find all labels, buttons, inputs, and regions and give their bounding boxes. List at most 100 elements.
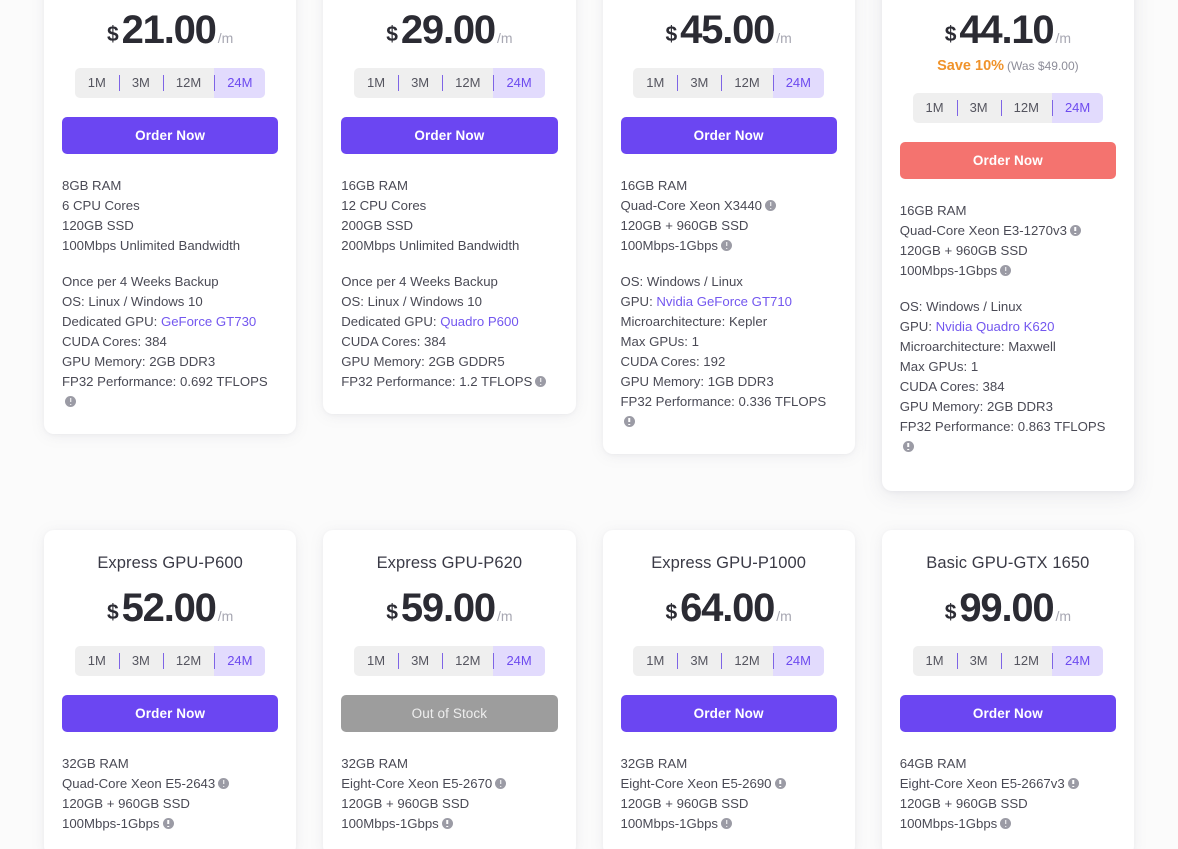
term-option-24m[interactable]: 24M xyxy=(773,646,824,676)
info-icon[interactable] xyxy=(218,778,229,789)
info-icon[interactable] xyxy=(624,416,635,427)
feature-separator xyxy=(621,256,837,272)
gpu-link[interactable]: GeForce GT730 xyxy=(161,314,256,329)
feature-text: FP32 Performance: 1.2 TFLOPS xyxy=(341,374,532,389)
feature-text: GPU Memory: 2GB GDDR5 xyxy=(341,354,504,369)
billing-term-selector[interactable]: 1M3M12M24M xyxy=(354,646,545,676)
feature-text: 16GB RAM xyxy=(341,178,408,193)
gpu-link[interactable]: Nvidia Quadro K620 xyxy=(936,319,1055,334)
feature-line: 64GB RAM xyxy=(900,754,1116,774)
term-option-3m[interactable]: 3M xyxy=(119,68,163,98)
feature-text: 200Mbps Unlimited Bandwidth xyxy=(341,238,519,253)
term-option-1m[interactable]: 1M xyxy=(75,68,119,98)
info-icon[interactable] xyxy=(1070,225,1081,236)
info-icon[interactable] xyxy=(903,441,914,452)
pricing-card: Express GPU-P1000$64.00/m1M3M12M24MOrder… xyxy=(603,530,855,849)
feature-list: 8GB RAM6 CPU Cores120GB SSD100Mbps Unlim… xyxy=(62,176,278,412)
feature-line: 120GB + 960GB SSD xyxy=(341,794,557,814)
term-option-24m[interactable]: 24M xyxy=(214,646,265,676)
feature-text: 200GB SSD xyxy=(341,218,413,233)
feature-text: GPU Memory: 2GB DDR3 xyxy=(62,354,215,369)
term-option-1m[interactable]: 1M xyxy=(75,646,119,676)
feature-line: 200GB SSD xyxy=(341,216,557,236)
billing-term-selector[interactable]: 1M3M12M24M xyxy=(633,68,824,98)
billing-term-selector[interactable]: 1M3M12M24M xyxy=(354,68,545,98)
info-icon[interactable] xyxy=(721,240,732,251)
order-now-button[interactable]: Order Now xyxy=(900,142,1116,179)
gpu-link[interactable]: Quadro P600 xyxy=(440,314,518,329)
feature-line: 100Mbps-1Gbps xyxy=(621,236,837,256)
price-amount: 99.00 xyxy=(959,588,1053,628)
term-option-3m[interactable]: 3M xyxy=(398,68,442,98)
order-now-button[interactable]: Order Now xyxy=(62,117,278,154)
price-amount: 52.00 xyxy=(122,588,216,628)
order-now-button[interactable]: Order Now xyxy=(900,695,1116,732)
feature-text: 100Mbps-1Gbps xyxy=(621,238,719,253)
feature-line: OS: Linux / Windows 10 xyxy=(62,292,278,312)
term-option-24m[interactable]: 24M xyxy=(493,646,544,676)
billing-term-selector[interactable]: 1M3M12M24M xyxy=(913,646,1104,676)
term-option-12m[interactable]: 12M xyxy=(1001,646,1052,676)
term-option-3m[interactable]: 3M xyxy=(677,68,721,98)
term-option-1m[interactable]: 1M xyxy=(633,68,677,98)
term-option-24m[interactable]: 24M xyxy=(1052,646,1103,676)
feature-line: 100Mbps-1Gbps xyxy=(62,814,278,834)
price: $52.00/m xyxy=(62,588,278,628)
term-option-24m[interactable]: 24M xyxy=(773,68,824,98)
term-option-1m[interactable]: 1M xyxy=(913,646,957,676)
order-now-button[interactable]: Order Now xyxy=(621,117,837,154)
feature-line: GPU Memory: 2GB DDR3 xyxy=(62,352,278,372)
term-option-1m[interactable]: 1M xyxy=(913,93,957,123)
term-option-12m[interactable]: 12M xyxy=(721,68,772,98)
info-icon[interactable] xyxy=(535,376,546,387)
term-option-12m[interactable]: 12M xyxy=(163,646,214,676)
term-option-1m[interactable]: 1M xyxy=(354,646,398,676)
term-option-12m[interactable]: 12M xyxy=(442,646,493,676)
feature-text: Once per 4 Weeks Backup xyxy=(341,274,498,289)
gpu-link[interactable]: Nvidia GeForce GT710 xyxy=(656,294,792,309)
price-period: /m xyxy=(776,30,792,46)
plan-title: Express GPU-P1000 xyxy=(621,554,837,574)
feature-text: GPU Memory: 2GB DDR3 xyxy=(900,399,1053,414)
term-option-24m[interactable]: 24M xyxy=(214,68,265,98)
term-option-3m[interactable]: 3M xyxy=(957,93,1001,123)
info-icon[interactable] xyxy=(1000,818,1011,829)
info-icon[interactable] xyxy=(775,778,786,789)
term-option-3m[interactable]: 3M xyxy=(119,646,163,676)
info-icon[interactable] xyxy=(1068,778,1079,789)
price-period: /m xyxy=(776,608,792,624)
billing-term-selector[interactable]: 1M3M12M24M xyxy=(633,646,824,676)
term-option-12m[interactable]: 12M xyxy=(442,68,493,98)
term-option-1m[interactable]: 1M xyxy=(633,646,677,676)
term-option-3m[interactable]: 3M xyxy=(957,646,1001,676)
term-option-1m[interactable]: 1M xyxy=(354,68,398,98)
term-option-12m[interactable]: 12M xyxy=(1001,93,1052,123)
info-icon[interactable] xyxy=(721,818,732,829)
info-icon[interactable] xyxy=(65,396,76,407)
feature-line: 120GB + 960GB SSD xyxy=(621,216,837,236)
term-option-24m[interactable]: 24M xyxy=(493,68,544,98)
info-icon[interactable] xyxy=(495,778,506,789)
term-option-24m[interactable]: 24M xyxy=(1052,93,1103,123)
feature-line: Eight-Core Xeon E5-2670 xyxy=(341,774,557,794)
term-option-3m[interactable]: 3M xyxy=(398,646,442,676)
info-icon[interactable] xyxy=(765,200,776,211)
info-icon[interactable] xyxy=(442,818,453,829)
order-now-button[interactable]: Order Now xyxy=(621,695,837,732)
feature-text: Eight-Core Xeon E5-2690 xyxy=(621,776,772,791)
billing-term-selector[interactable]: 1M3M12M24M xyxy=(913,93,1104,123)
term-option-12m[interactable]: 12M xyxy=(721,646,772,676)
info-icon[interactable] xyxy=(1000,265,1011,276)
billing-term-selector[interactable]: 1M3M12M24M xyxy=(75,646,266,676)
feature-text: 120GB SSD xyxy=(62,218,134,233)
info-icon[interactable] xyxy=(163,818,174,829)
term-option-12m[interactable]: 12M xyxy=(163,68,214,98)
billing-term-selector[interactable]: 1M3M12M24M xyxy=(75,68,266,98)
feature-line: GPU Memory: 1GB DDR3 xyxy=(621,372,837,392)
order-now-button[interactable]: Order Now xyxy=(341,117,557,154)
feature-line: 100Mbps Unlimited Bandwidth xyxy=(62,236,278,256)
term-option-3m[interactable]: 3M xyxy=(677,646,721,676)
order-now-button[interactable]: Order Now xyxy=(62,695,278,732)
save-badge: Save 10% xyxy=(937,58,1004,74)
feature-line: 12 CPU Cores xyxy=(341,196,557,216)
